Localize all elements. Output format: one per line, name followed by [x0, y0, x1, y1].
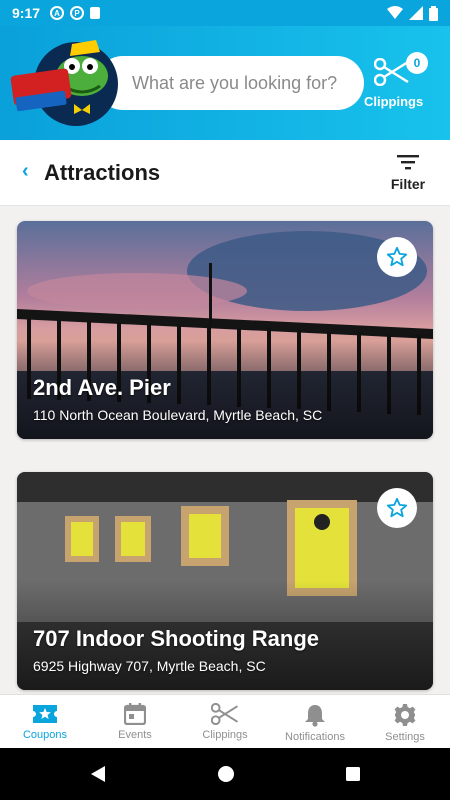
signal-icon — [409, 6, 423, 20]
scissors-icon — [374, 58, 409, 86]
title-row: ‹ Attractions Filter — [0, 140, 450, 206]
attraction-card[interactable]: 707 Indoor Shooting Range 6925 Highway 7… — [17, 472, 433, 690]
nav-item-coupons[interactable]: Coupons — [0, 695, 90, 748]
attraction-address: 6925 Highway 707, Myrtle Beach, SC — [33, 658, 266, 674]
nav-label: Events — [118, 729, 152, 741]
clippings-count-badge: 0 — [406, 52, 428, 74]
recents-square-icon[interactable] — [345, 766, 361, 782]
favorite-button[interactable] — [377, 237, 417, 277]
wifi-icon — [387, 6, 403, 19]
nav-label: Clippings — [202, 729, 248, 741]
coupon-star-icon — [33, 705, 57, 723]
filter-label: Filter — [390, 176, 426, 192]
attraction-address: 110 North Ocean Boulevard, Myrtle Beach,… — [33, 407, 323, 423]
system-navigation-bar — [0, 748, 450, 800]
search-placeholder: What are you looking for? — [132, 72, 338, 93]
sd-card-icon — [90, 7, 101, 19]
gear-icon — [394, 704, 416, 726]
status-time: 9:17 — [12, 5, 41, 21]
star-outline-icon — [386, 497, 408, 518]
nav-label: Settings — [385, 731, 425, 743]
battery-icon — [429, 5, 438, 21]
app-notification-icon-2: P — [70, 6, 85, 20]
back-triangle-icon[interactable] — [89, 765, 107, 783]
app-header: What are you looking for? 0 Clippings — [0, 26, 450, 140]
page-title: Attractions — [44, 160, 161, 185]
status-bar: 9:17 A P — [0, 0, 450, 26]
calendar-icon — [124, 703, 146, 725]
nav-label: Coupons — [22, 729, 68, 741]
nav-item-notifications[interactable]: Notifications — [270, 695, 360, 748]
attraction-name: 707 Indoor Shooting Range — [33, 626, 320, 651]
attraction-name: 2nd Ave. Pier — [33, 375, 171, 400]
app-notification-icon: A — [50, 6, 65, 20]
back-arrow-icon[interactable]: ‹ — [22, 160, 29, 183]
filter-button[interactable]: Filter — [386, 150, 430, 200]
clippings-button[interactable]: 0 Clippings — [362, 52, 432, 122]
nav-item-events[interactable]: Events — [90, 695, 180, 748]
attraction-card[interactable]: 2nd Ave. Pier 110 North Ocean Boulevard,… — [17, 221, 433, 439]
home-circle-icon[interactable] — [217, 765, 235, 783]
status-notification-icons: A P — [50, 6, 101, 20]
nav-item-settings[interactable]: Settings — [360, 695, 450, 748]
monster-coupon-book-logo[interactable] — [10, 38, 120, 126]
bell-icon — [305, 705, 325, 727]
status-system-icons — [387, 5, 438, 21]
nav-label: Notifications — [285, 731, 345, 743]
nav-item-clippings[interactable]: Clippings — [180, 695, 270, 748]
search-input[interactable]: What are you looking for? — [96, 56, 364, 110]
bottom-nav: Coupons Events Clippings Notifications S… — [0, 694, 450, 748]
scissors-icon — [211, 703, 238, 725]
filter-icon — [397, 155, 419, 170]
clippings-label: Clippings — [364, 94, 424, 109]
star-outline-icon — [386, 246, 408, 267]
favorite-button[interactable] — [377, 488, 417, 528]
